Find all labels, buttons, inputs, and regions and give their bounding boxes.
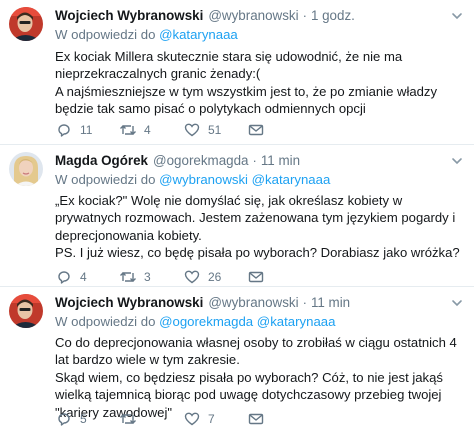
retweet-count: 4 xyxy=(144,123,151,137)
display-name[interactable]: Wojciech Wybranowski xyxy=(55,295,203,310)
tweet-header: Wojciech Wybranowski @wybranowski · 1 go… xyxy=(55,6,355,24)
reply-prefix: W odpowiedzi do xyxy=(55,172,156,187)
retweet-button[interactable]: 3 xyxy=(119,268,183,286)
reply-icon xyxy=(55,268,73,286)
reply-count: 5 xyxy=(80,412,87,426)
avatar[interactable] xyxy=(9,152,43,186)
retweet-icon xyxy=(119,121,137,139)
heart-icon xyxy=(183,268,201,286)
timestamp[interactable]: 1 godz. xyxy=(311,8,355,23)
reply-target-link[interactable]: @katarynaaa xyxy=(159,27,238,42)
envelope-icon xyxy=(247,410,265,428)
tweet-actions: 11 4 51 xyxy=(55,121,311,139)
tweet-paragraph: PS. I już wiesz, co będę pisała po wybor… xyxy=(55,245,460,261)
like-count: 7 xyxy=(208,412,215,426)
like-button[interactable]: 26 xyxy=(183,268,247,286)
display-name[interactable]: Magda Ogórek xyxy=(55,153,148,168)
reply-count: 4 xyxy=(80,270,87,284)
dm-button[interactable] xyxy=(247,121,311,139)
tweet[interactable]: Magda Ogórek @ogorekmagda · 11 min W odp… xyxy=(0,145,474,286)
chevron-down-icon[interactable] xyxy=(450,296,464,310)
avatar[interactable] xyxy=(9,7,43,41)
reply-button[interactable]: 4 xyxy=(55,268,119,286)
like-button[interactable]: 51 xyxy=(183,121,247,139)
reply-prefix: W odpowiedzi do xyxy=(55,27,156,42)
tweet-actions: 4 3 26 xyxy=(55,268,311,286)
tweet-header: Magda Ogórek @ogorekmagda · 11 min xyxy=(55,151,300,169)
reply-icon xyxy=(55,121,73,139)
reply-target-link[interactable]: @wybranowski @katarynaaa xyxy=(159,172,330,187)
reply-count: 11 xyxy=(80,123,93,137)
heart-icon xyxy=(183,410,201,428)
timestamp[interactable]: 11 min xyxy=(311,295,350,310)
separator-dot: · xyxy=(252,152,257,168)
retweet-button[interactable]: 4 xyxy=(119,121,183,139)
user-handle[interactable]: @wybranowski xyxy=(208,8,298,23)
chevron-down-icon[interactable] xyxy=(450,9,464,23)
tweet-actions: 5 7 xyxy=(55,410,311,428)
user-handle[interactable]: @ogorekmagda xyxy=(153,153,248,168)
envelope-icon xyxy=(247,268,265,286)
envelope-icon xyxy=(247,121,265,139)
retweet-count: 3 xyxy=(144,270,151,284)
display-name[interactable]: Wojciech Wybranowski xyxy=(55,8,203,23)
like-count: 26 xyxy=(208,270,222,284)
separator-dot: · xyxy=(302,294,307,310)
separator-dot: · xyxy=(302,7,307,23)
dm-button[interactable] xyxy=(247,410,311,428)
dm-button[interactable] xyxy=(247,268,311,286)
tweet-text: Co do deprecjonowania własnej osoby to z… xyxy=(55,334,467,421)
reply-context: W odpowiedzi do @ogorekmagda @katarynaaa xyxy=(55,314,335,329)
reply-icon xyxy=(55,410,73,428)
tweet-paragraph: A najśmieszniejsze w tym wszystkim jest … xyxy=(55,83,441,117)
like-count: 51 xyxy=(208,123,222,137)
retweet-icon xyxy=(119,268,137,286)
reply-button[interactable]: 5 xyxy=(55,410,119,428)
avatar[interactable] xyxy=(9,294,43,328)
tweet-text: Ex kociak Millera skutecznie stara się u… xyxy=(55,48,467,118)
tweet-text: „Ex kociak?" Wolę nie domyślać się, jak … xyxy=(55,192,467,262)
heart-icon xyxy=(183,121,201,139)
timestamp[interactable]: 11 min xyxy=(261,153,300,168)
reply-prefix: W odpowiedzi do xyxy=(55,314,156,329)
tweet[interactable]: Wojciech Wybranowski @wybranowski · 11 m… xyxy=(0,287,474,431)
retweet-button[interactable] xyxy=(119,410,183,428)
tweet-header: Wojciech Wybranowski @wybranowski · 11 m… xyxy=(55,293,350,311)
user-handle[interactable]: @wybranowski xyxy=(208,295,298,310)
retweet-icon xyxy=(119,410,137,428)
reply-button[interactable]: 11 xyxy=(55,121,119,139)
tweet-paragraph: „Ex kociak?" Wolę nie domyślać się, jak … xyxy=(55,193,459,243)
reply-context: W odpowiedzi do @katarynaaa xyxy=(55,27,238,42)
reply-context: W odpowiedzi do @wybranowski @katarynaaa xyxy=(55,172,330,187)
tweet[interactable]: Wojciech Wybranowski @wybranowski · 1 go… xyxy=(0,0,474,144)
tweet-paragraph: Ex kociak Millera skutecznie stara się u… xyxy=(55,49,406,82)
reply-target-link[interactable]: @ogorekmagda @katarynaaa xyxy=(159,314,335,329)
tweet-paragraph: Co do deprecjonowania własnej osoby to z… xyxy=(55,335,461,368)
like-button[interactable]: 7 xyxy=(183,410,247,428)
chevron-down-icon[interactable] xyxy=(450,154,464,168)
